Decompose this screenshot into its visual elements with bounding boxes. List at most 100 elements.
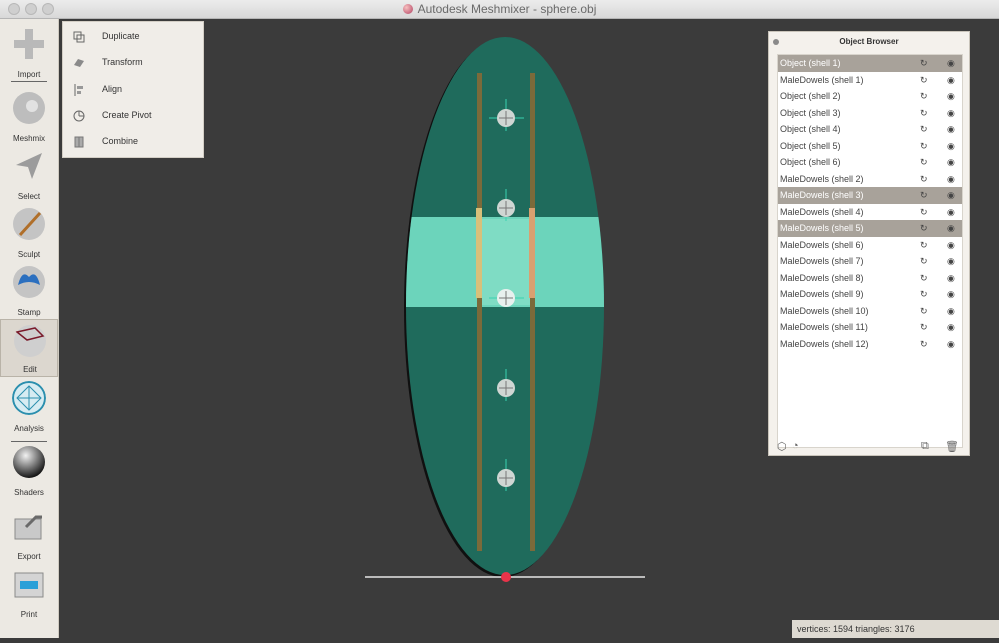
pivot-link-icon[interactable]: ↻ bbox=[920, 190, 928, 201]
object-row[interactable]: MaleDowels (shell 4) ↻ ◉ bbox=[778, 204, 962, 221]
menu-combine[interactable]: Combine bbox=[63, 130, 203, 156]
visibility-eye-icon[interactable]: ◉ bbox=[947, 207, 955, 218]
object-row-label: MaleDowels (shell 9) bbox=[780, 289, 864, 299]
toolbar-meshmix[interactable]: Meshmix bbox=[0, 87, 58, 145]
object-row[interactable]: MaleDowels (shell 7) ↻ ◉ bbox=[778, 253, 962, 270]
object-row[interactable]: MaleDowels (shell 3) ↻ ◉ bbox=[778, 187, 962, 204]
visibility-eye-icon[interactable]: ◉ bbox=[947, 306, 955, 317]
object-row[interactable]: MaleDowels (shell 2) ↻ ◉ bbox=[778, 171, 962, 188]
pivot-link-icon[interactable]: ↻ bbox=[920, 322, 928, 333]
menu-duplicate-label: Duplicate bbox=[102, 31, 140, 41]
object-row[interactable]: Object (shell 6) ↻ ◉ bbox=[778, 154, 962, 171]
object-row[interactable]: MaleDowels (shell 11) ↻ ◉ bbox=[778, 319, 962, 336]
object-row-label: Object (shell 3) bbox=[780, 107, 841, 118]
toolbar-print[interactable]: Print bbox=[0, 563, 58, 621]
visibility-eye-icon[interactable]: ◉ bbox=[947, 289, 955, 300]
pivot-link-icon[interactable]: ↻ bbox=[920, 58, 928, 69]
duplicate-icon[interactable]: ⧉ bbox=[921, 440, 929, 453]
object-row[interactable]: MaleDowels (shell 8) ↻ ◉ bbox=[778, 270, 962, 287]
visibility-eye-icon[interactable]: ◉ bbox=[947, 58, 955, 69]
object-row[interactable]: MaleDowels (shell 10) ↻ ◉ bbox=[778, 303, 962, 320]
dowel-rod-right bbox=[530, 73, 535, 551]
object-browser-title: Object Browser bbox=[839, 37, 899, 46]
object-row[interactable]: Object (shell 1) ↻ ◉ bbox=[778, 55, 962, 72]
meshmix-icon bbox=[13, 92, 45, 124]
select-arrow-icon bbox=[16, 153, 42, 179]
object-row[interactable]: Object (shell 2) ↻ ◉ bbox=[778, 88, 962, 105]
toolbar-shaders[interactable]: Shaders bbox=[0, 441, 58, 499]
object-row[interactable]: MaleDowels (shell 1) ↻ ◉ bbox=[778, 72, 962, 89]
pivot-link-icon[interactable]: ↻ bbox=[920, 91, 928, 102]
object-row[interactable]: MaleDowels (shell 9) ↻ ◉ bbox=[778, 286, 962, 303]
toolbar-stamp-label: Stamp bbox=[17, 308, 41, 317]
toolbar-divider bbox=[11, 81, 47, 82]
object-row[interactable]: MaleDowels (shell 12) ↻ ◉ bbox=[778, 336, 962, 353]
toolbar-export[interactable]: Export bbox=[0, 505, 58, 563]
trash-icon[interactable]: 🗑 bbox=[945, 440, 959, 453]
object-row[interactable]: MaleDowels (shell 6) ↻ ◉ bbox=[778, 237, 962, 254]
pivot-link-icon[interactable]: ↻ bbox=[920, 256, 928, 267]
object-row-label: MaleDowels (shell 12) bbox=[780, 338, 869, 349]
object-browser-header: Object Browser bbox=[769, 32, 969, 52]
pivot-link-icon[interactable]: ↻ bbox=[920, 124, 928, 135]
toolbar-sculpt[interactable]: Sculpt bbox=[0, 203, 58, 261]
visibility-eye-icon[interactable]: ◉ bbox=[947, 91, 955, 102]
menu-create-pivot[interactable]: Create Pivot bbox=[63, 104, 203, 130]
visibility-eye-icon[interactable]: ◉ bbox=[947, 141, 955, 152]
object-row-label: MaleDowels (shell 2) bbox=[780, 173, 864, 184]
pivot-link-icon[interactable]: ↻ bbox=[920, 174, 928, 185]
combine-icon bbox=[74, 136, 84, 148]
visibility-eye-icon[interactable]: ◉ bbox=[947, 174, 955, 185]
toolbar-import[interactable]: Import bbox=[0, 23, 58, 81]
object-row[interactable]: Object (shell 5) ↻ ◉ bbox=[778, 138, 962, 155]
menu-transform[interactable]: Transform bbox=[63, 51, 203, 77]
pivot-point[interactable] bbox=[501, 572, 511, 582]
pivot-link-icon[interactable]: ↻ bbox=[920, 306, 928, 317]
plus-icon bbox=[14, 29, 44, 59]
mesh-stats-status: vertices: 1594 triangles: 3176 bbox=[792, 620, 999, 638]
pivot-link-icon[interactable]: ↻ bbox=[920, 108, 928, 119]
pivot-link-icon[interactable]: ↻ bbox=[920, 240, 928, 251]
object-row[interactable]: MaleDowels (shell 5) ↻ ◉ bbox=[778, 220, 962, 237]
pivot-link-icon[interactable]: ↻ bbox=[920, 223, 928, 234]
edit-menu: Duplicate Transform Align Create Pivot C… bbox=[62, 21, 204, 158]
window-title: Autodesk Meshmixer - sphere.obj bbox=[0, 2, 999, 16]
visibility-eye-icon[interactable]: ◉ bbox=[947, 190, 955, 201]
cube-icon[interactable]: ⬡ bbox=[777, 440, 787, 453]
visibility-eye-icon[interactable]: ◉ bbox=[947, 322, 955, 333]
pivot-link-icon[interactable]: ↻ bbox=[920, 157, 928, 168]
visibility-eye-icon[interactable]: ◉ bbox=[947, 256, 955, 267]
brush-icon bbox=[13, 208, 45, 240]
toolbar-stamp[interactable]: Stamp bbox=[0, 261, 58, 319]
visibility-eye-icon[interactable]: ◉ bbox=[947, 157, 955, 168]
menu-duplicate[interactable]: Duplicate bbox=[63, 25, 203, 51]
pivot-icon[interactable]: ◔ bbox=[792, 440, 799, 452]
visibility-eye-icon[interactable]: ◉ bbox=[947, 75, 955, 86]
toolbar-export-label: Export bbox=[17, 552, 41, 561]
pivot-link-icon[interactable]: ↻ bbox=[920, 273, 928, 284]
pivot-link-icon[interactable]: ↻ bbox=[920, 75, 928, 86]
visibility-eye-icon[interactable]: ◉ bbox=[947, 223, 955, 234]
toolbar-select[interactable]: Select bbox=[0, 145, 58, 203]
dowel-rod-left-highlight bbox=[476, 208, 482, 298]
object-row[interactable]: Object (shell 4) ↻ ◉ bbox=[778, 121, 962, 138]
visibility-eye-icon[interactable]: ◉ bbox=[947, 108, 955, 119]
object-browser-panel: Object Browser Object (shell 1) ↻ ◉ MaleDow… bbox=[768, 31, 970, 456]
meshmixer-app-icon bbox=[402, 4, 413, 14]
shader-sphere-icon bbox=[13, 446, 45, 478]
pivot-link-icon[interactable]: ↻ bbox=[920, 339, 928, 350]
pivot-link-icon[interactable]: ↻ bbox=[920, 289, 928, 300]
visibility-eye-icon[interactable]: ◉ bbox=[947, 124, 955, 135]
visibility-eye-icon[interactable]: ◉ bbox=[947, 273, 955, 284]
toolbar-edit[interactable]: Edit bbox=[0, 319, 58, 377]
object-row-label: Object (shell 1) bbox=[780, 58, 841, 68]
analysis-icon bbox=[12, 381, 46, 415]
object-list: Object (shell 1) ↻ ◉ MaleDowels (shell 1) ↻ ◉… bbox=[777, 54, 963, 448]
visibility-eye-icon[interactable]: ◉ bbox=[947, 240, 955, 251]
object-row[interactable]: Object (shell 3) ↻ ◉ bbox=[778, 105, 962, 122]
menu-align[interactable]: Align bbox=[63, 78, 203, 104]
pivot-link-icon[interactable]: ↻ bbox=[920, 207, 928, 218]
visibility-eye-icon[interactable]: ◉ bbox=[947, 339, 955, 350]
pivot-link-icon[interactable]: ↻ bbox=[920, 141, 928, 152]
toolbar-analysis[interactable]: Analysis bbox=[0, 377, 58, 435]
